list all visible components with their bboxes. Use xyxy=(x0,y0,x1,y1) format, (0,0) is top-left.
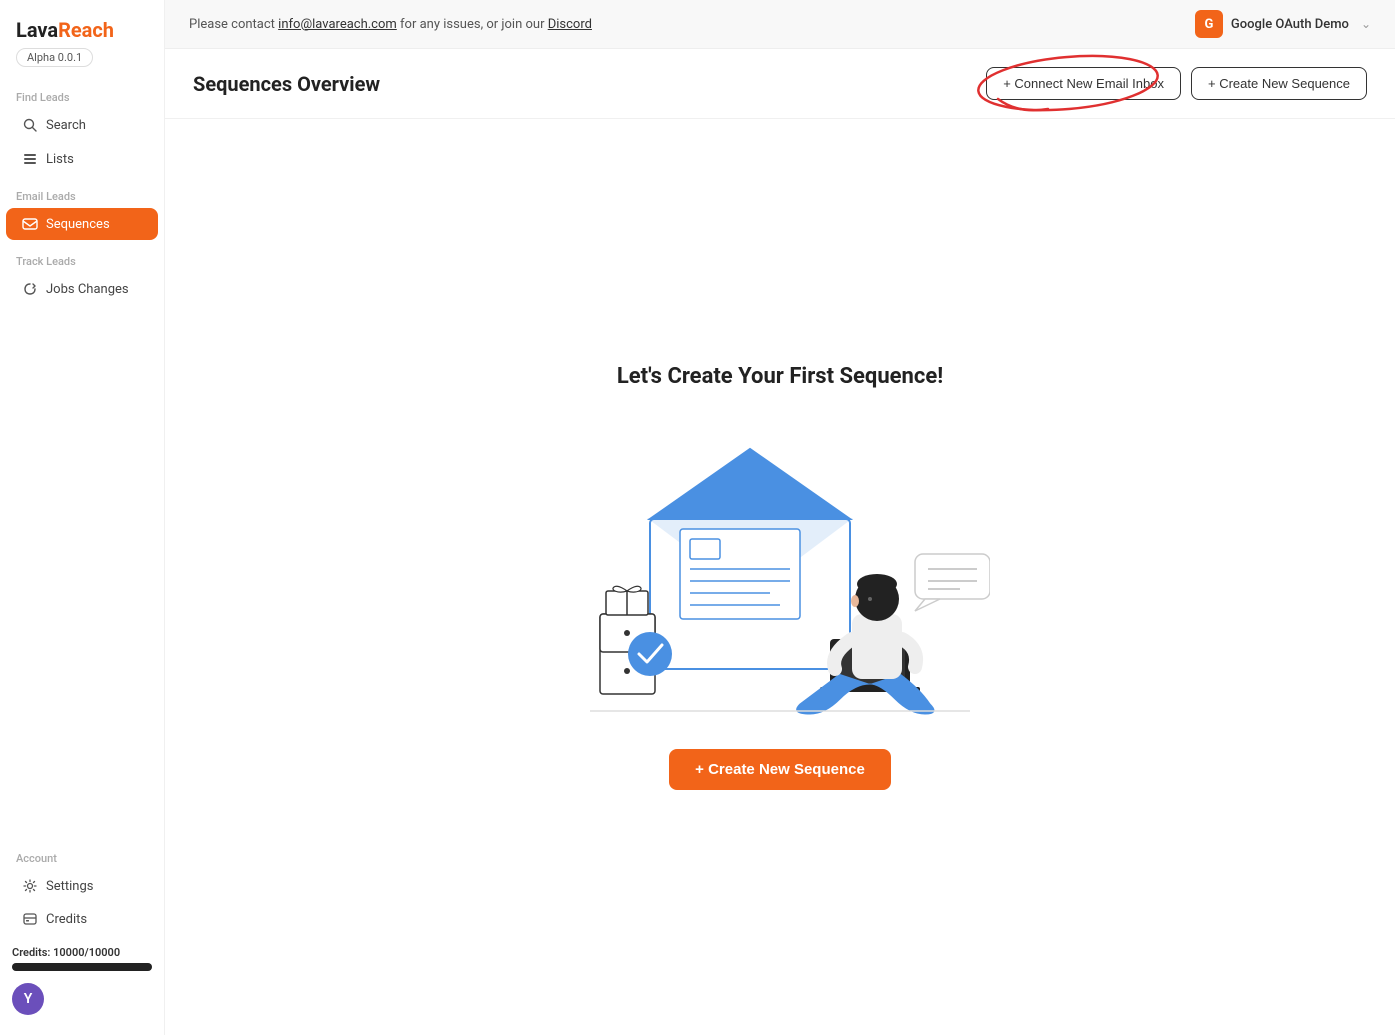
credits-bar-container: Credits: 10000/10000 xyxy=(0,936,164,975)
sidebar-search-label: Search xyxy=(46,118,86,133)
create-sequence-button-header[interactable]: + Create New Sequence xyxy=(1191,67,1367,100)
lists-icon xyxy=(22,151,38,167)
main-body: Let's Create Your First Sequence! xyxy=(165,119,1395,1035)
empty-state-heading: Let's Create Your First Sequence! xyxy=(617,364,943,389)
sidebar-credits-label: Credits xyxy=(46,912,87,927)
logo-reach-text: Reach xyxy=(58,18,114,42)
user-icon-box: G xyxy=(1195,10,1223,38)
page-title: Sequences Overview xyxy=(193,72,380,96)
banner-discord-link[interactable]: Discord xyxy=(548,17,592,32)
logo: Lava Reach xyxy=(16,18,148,42)
logo-lava-text: Lava xyxy=(16,18,58,42)
sidebar: Lava Reach Alpha 0.0.1 Find Leads Search… xyxy=(0,0,165,1035)
user-info: G Google OAuth Demo ⌄ xyxy=(1195,10,1371,38)
sequences-icon xyxy=(22,216,38,232)
credits-icon xyxy=(22,911,38,927)
credits-display-label: Credits: 10000/10000 xyxy=(12,946,152,959)
create-sequence-button-center[interactable]: + Create New Sequence xyxy=(669,749,891,790)
banner-email-link[interactable]: info@lavareach.com xyxy=(278,17,397,32)
avatar[interactable]: Y xyxy=(12,983,44,1015)
sidebar-jobs-changes-label: Jobs Changes xyxy=(46,282,129,297)
sidebar-item-jobs-changes[interactable]: Jobs Changes xyxy=(6,273,158,305)
connect-email-button[interactable]: + Connect New Email Inbox xyxy=(986,67,1181,100)
banner-prefix: Please contact xyxy=(189,17,278,32)
credits-bar-fill xyxy=(12,963,152,971)
search-icon xyxy=(22,117,38,133)
sidebar-item-lists[interactable]: Lists xyxy=(6,143,158,175)
email-illustration xyxy=(570,419,990,719)
sidebar-item-credits[interactable]: Credits xyxy=(6,903,158,935)
credits-bar-background xyxy=(12,963,152,971)
track-leads-section-label: Track Leads xyxy=(0,241,164,272)
header-buttons: + Connect New Email Inbox + Create New S… xyxy=(986,67,1367,100)
sidebar-item-search[interactable]: Search xyxy=(6,109,158,141)
sidebar-sequences-label: Sequences xyxy=(46,217,110,232)
version-badge: Alpha 0.0.1 xyxy=(16,48,93,67)
sidebar-bottom: Account Settings Credits Credits: 1 xyxy=(0,838,164,1035)
logo-area: Lava Reach Alpha 0.0.1 xyxy=(0,0,164,77)
sidebar-item-settings[interactable]: Settings xyxy=(6,870,158,902)
banner-text: Please contact info@lavareach.com for an… xyxy=(189,17,592,32)
user-name-label: Google OAuth Demo xyxy=(1231,17,1349,32)
email-leads-section-label: Email Leads xyxy=(0,176,164,207)
top-banner: Please contact info@lavareach.com for an… xyxy=(165,0,1395,49)
sidebar-lists-label: Lists xyxy=(46,152,74,167)
chevron-down-icon[interactable]: ⌄ xyxy=(1361,17,1371,31)
page-header: Sequences Overview + Connect New Email I… xyxy=(165,49,1395,119)
main-content: Please contact info@lavareach.com for an… xyxy=(165,0,1395,1035)
sidebar-item-sequences[interactable]: Sequences xyxy=(6,208,158,240)
jobs-changes-icon xyxy=(22,281,38,297)
find-leads-section-label: Find Leads xyxy=(0,77,164,108)
settings-icon xyxy=(22,878,38,894)
avatar-row: Y xyxy=(0,975,164,1023)
banner-middle: for any issues, or join our xyxy=(400,17,548,32)
sidebar-settings-label: Settings xyxy=(46,879,93,894)
account-section-label: Account xyxy=(0,838,164,869)
